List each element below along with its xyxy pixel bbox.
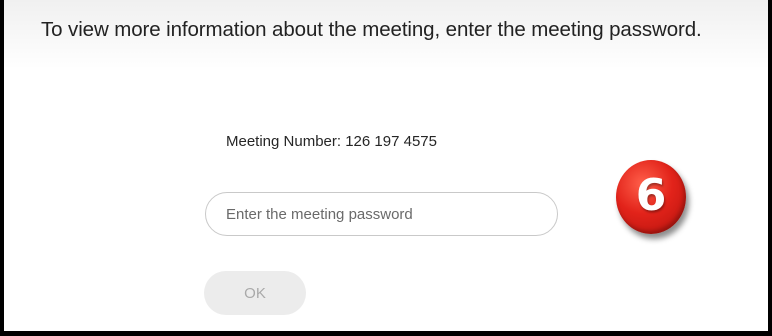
- step-number: 6: [635, 170, 667, 221]
- ok-button[interactable]: OK: [204, 271, 306, 315]
- meeting-password-dialog: To view more information about the meeti…: [0, 0, 772, 336]
- meeting-number-label: Meeting Number: 126 197 4575: [226, 133, 437, 150]
- step-number-badge: 6: [616, 160, 686, 234]
- meeting-password-input[interactable]: [205, 192, 558, 236]
- instruction-text: To view more information about the meeti…: [41, 18, 702, 41]
